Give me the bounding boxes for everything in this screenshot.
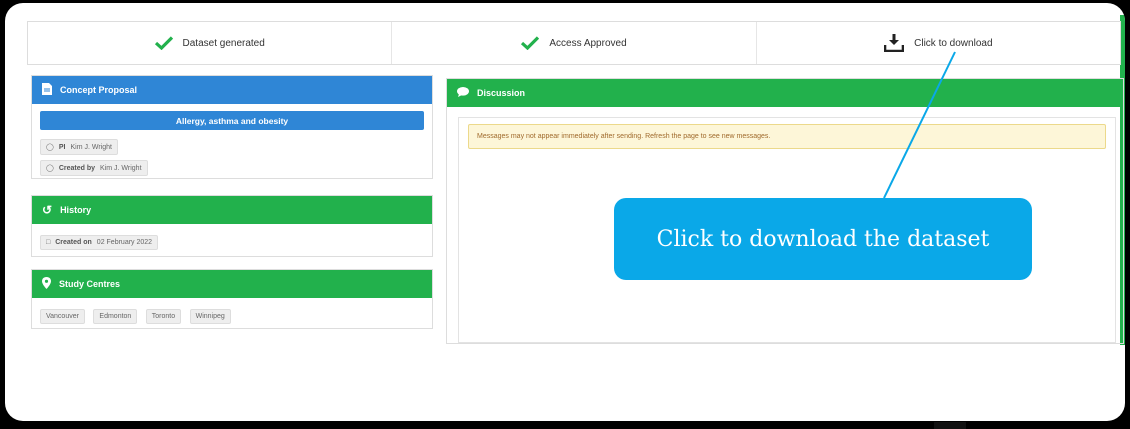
created-by-tag: ◯ Created by Kim J. Wright bbox=[40, 160, 148, 176]
download-icon[interactable] bbox=[884, 34, 905, 52]
step-dataset-generated: Dataset generated bbox=[28, 22, 391, 64]
history-header: ↺ History bbox=[32, 196, 432, 224]
concept-proposal-header: Concept Proposal bbox=[32, 76, 432, 104]
step-label[interactable]: Click to download bbox=[914, 38, 992, 49]
calendar-icon: □ bbox=[46, 239, 51, 246]
user-icon: ◯ bbox=[46, 165, 54, 172]
centre-tag: Winnipeg bbox=[189, 309, 231, 324]
centre-tag: Edmonton bbox=[93, 309, 138, 324]
centre-tag: Vancouver bbox=[40, 309, 85, 324]
refresh-notice: Messages may not appear immediately afte… bbox=[468, 124, 1106, 149]
pi-label: PI bbox=[58, 143, 66, 151]
chat-bubble-icon bbox=[457, 87, 469, 99]
discussion-header: Discussion bbox=[447, 79, 1123, 107]
study-centres-card: Study Centres Vancouver Edmonton Toronto… bbox=[31, 269, 433, 329]
study-centres-title: Study Centres bbox=[59, 279, 121, 289]
concept-proposal-title: Concept Proposal bbox=[60, 85, 138, 95]
bottom-tab bbox=[934, 422, 966, 429]
created-on-value: 02 February 2022 bbox=[96, 239, 153, 246]
step-label: Dataset generated bbox=[182, 37, 265, 49]
history-title: History bbox=[60, 205, 92, 215]
created-by-value: Kim J. Wright bbox=[100, 164, 142, 172]
callout-box: Click to download the dataset bbox=[614, 198, 1032, 280]
progress-stepper: Dataset generated Access Approved Click … bbox=[27, 21, 1121, 65]
check-icon bbox=[154, 36, 173, 50]
history-card: ↺ History □ Created on 02 February 2022 bbox=[31, 195, 433, 257]
study-centres-header: Study Centres bbox=[32, 270, 432, 298]
concept-proposal-card: Concept Proposal Allergy, asthma and obe… bbox=[31, 75, 433, 179]
step-access-approved: Access Approved bbox=[391, 22, 755, 64]
created-on-label: Created on bbox=[55, 239, 92, 246]
document-icon bbox=[42, 83, 52, 97]
step-click-to-download[interactable]: Click to download bbox=[755, 22, 1120, 64]
history-icon: ↺ bbox=[42, 203, 53, 217]
discussion-title: Discussion bbox=[477, 88, 526, 98]
pi-tag: ◯ PI Kim J. Wright bbox=[40, 139, 118, 155]
created-on-tag: □ Created on 02 February 2022 bbox=[40, 235, 159, 250]
step-label: Access Approved bbox=[549, 37, 627, 49]
user-icon: ◯ bbox=[46, 144, 54, 151]
created-by-label: Created by bbox=[58, 164, 96, 172]
proposal-title-bar: Allergy, asthma and obesity bbox=[40, 111, 424, 130]
centre-tag: Toronto bbox=[145, 309, 182, 324]
check-icon bbox=[521, 36, 540, 50]
location-pin-icon bbox=[42, 277, 51, 291]
pi-value: Kim J. Wright bbox=[70, 143, 112, 151]
